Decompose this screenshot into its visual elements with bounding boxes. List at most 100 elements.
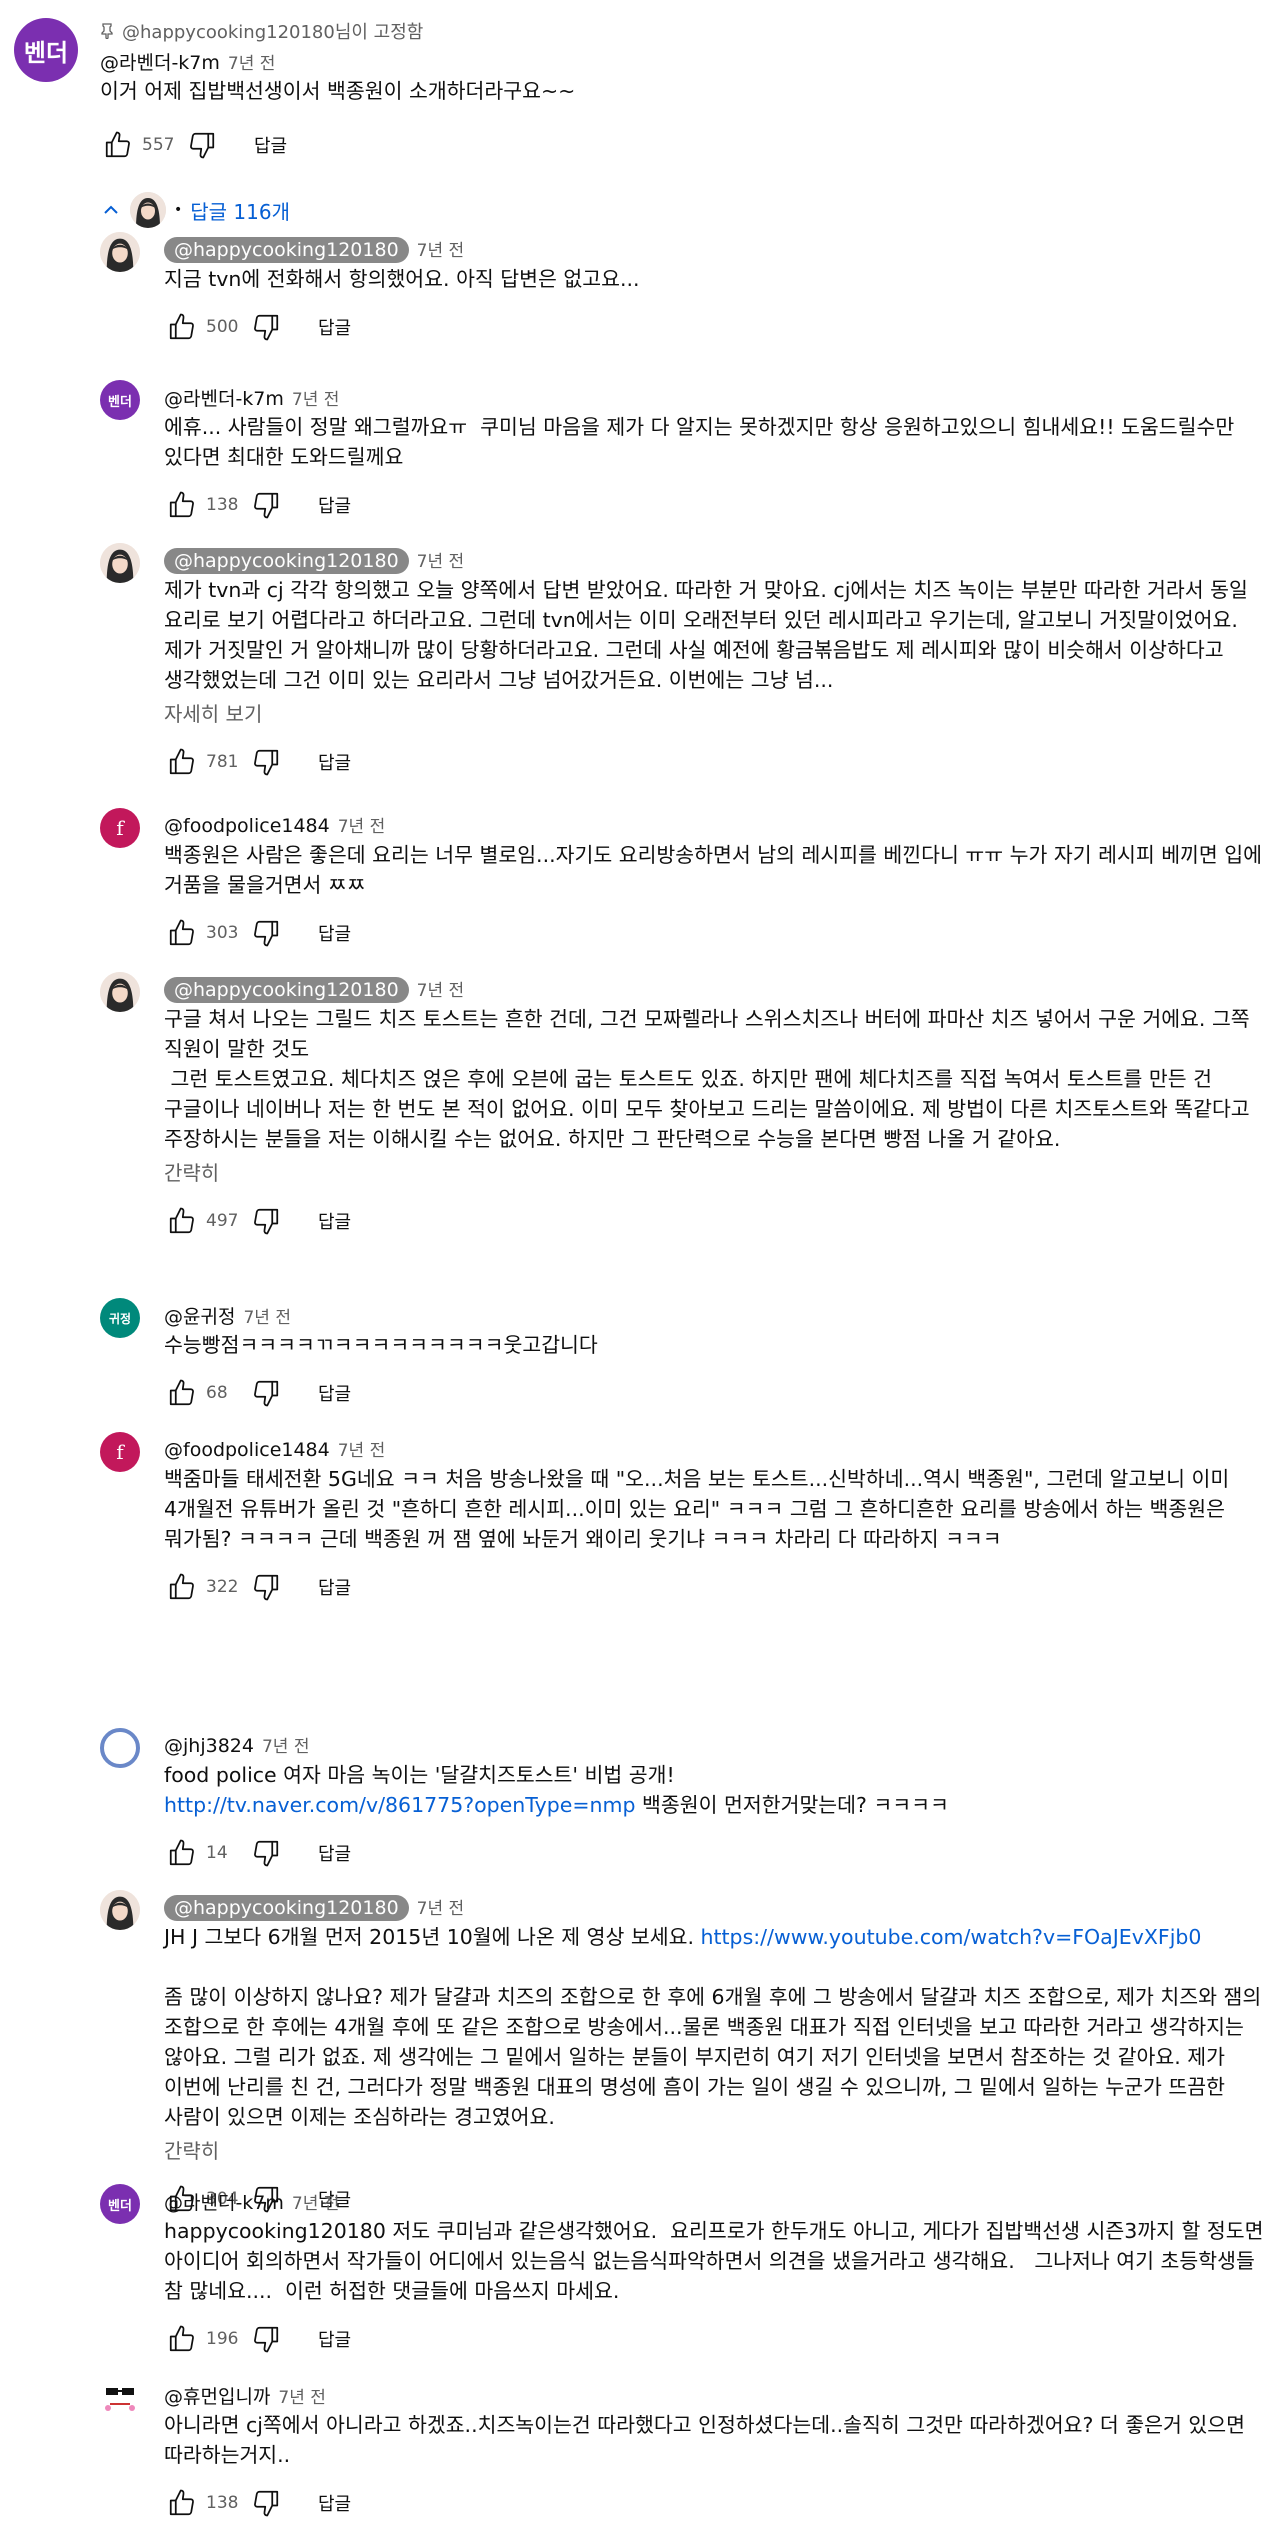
reply-button[interactable]: 답글	[318, 1380, 351, 1406]
like-button[interactable]	[164, 487, 200, 523]
author-name[interactable]: @휴먼입니까	[164, 2382, 270, 2409]
dislike-button[interactable]	[184, 127, 220, 163]
replies-toggle[interactable]: • 답글 116개	[100, 190, 290, 230]
timestamp[interactable]: 7년 전	[278, 2383, 326, 2408]
thumbs-down-icon	[254, 1380, 279, 1407]
dislike-button[interactable]	[248, 1375, 284, 1411]
dislike-button[interactable]	[248, 1569, 284, 1605]
author-name[interactable]: @foodpolice1484	[164, 1439, 330, 1461]
like-button[interactable]	[164, 1375, 200, 1411]
pinned-label: @happycooking120180님이 고정함	[100, 18, 1280, 44]
like-button[interactable]	[164, 2485, 200, 2521]
reply-button[interactable]: 답글	[318, 2326, 351, 2352]
timestamp[interactable]: 7년 전	[417, 976, 465, 1001]
thumbs-up-icon	[169, 1573, 194, 1600]
dislike-button[interactable]	[248, 2321, 284, 2357]
reply-button[interactable]: 답글	[318, 492, 351, 518]
thumbs-down-icon	[254, 2490, 279, 2517]
creator-badge[interactable]: @happycooking120180	[164, 1895, 409, 1921]
timestamp[interactable]: 7년 전	[228, 49, 276, 74]
creator-avatar[interactable]	[100, 232, 140, 272]
dislike-button[interactable]	[248, 744, 284, 780]
dislike-button[interactable]	[248, 1203, 284, 1239]
timestamp[interactable]: 7년 전	[292, 2189, 340, 2214]
avatar[interactable]	[100, 2378, 140, 2418]
like-count: 138	[206, 2493, 239, 2513]
author-name[interactable]: @jhj3824	[164, 1735, 254, 1757]
creator-avatar[interactable]	[100, 543, 140, 583]
reply-button[interactable]: 답글	[318, 314, 351, 340]
creator-avatar[interactable]	[100, 1890, 140, 1930]
reply-button[interactable]: 답글	[318, 1574, 351, 1600]
like-button[interactable]	[164, 744, 200, 780]
creator-avatar[interactable]	[100, 972, 140, 1012]
like-button[interactable]	[164, 1569, 200, 1605]
comment-text: 제가 tvn과 cj 각각 항의했고 오늘 양쪽에서 답변 받았어요. 따라한 …	[164, 578, 1255, 692]
avatar[interactable]: f	[100, 1432, 140, 1472]
comment-header: @foodpolice1484 7년 전	[164, 1432, 1264, 1464]
dislike-button[interactable]	[248, 487, 284, 523]
thumbs-up-icon	[169, 313, 194, 340]
timestamp[interactable]: 7년 전	[243, 1303, 291, 1328]
read-more-toggle[interactable]: 간략히	[164, 2136, 1264, 2166]
comment-text: 백줌마들 태세전환 5G네요 ㅋㅋ 처음 방송나왔을 때 "오...처음 보는 …	[164, 1467, 1236, 1551]
like-count: 196	[206, 2329, 239, 2349]
reply-button[interactable]: 답글	[318, 749, 351, 775]
timestamp[interactable]: 7년 전	[338, 1436, 386, 1461]
avatar[interactable]	[100, 1728, 140, 1768]
timestamp[interactable]: 7년 전	[417, 1894, 465, 1919]
reply-content: @라벤더-k7m 7년 전 happycooking120180 저도 쿠미님과…	[164, 2184, 1264, 2362]
comment-header: @foodpolice1484 7년 전	[164, 808, 1264, 840]
thumbs-up-icon	[169, 2489, 194, 2516]
thumbs-up-icon	[169, 491, 194, 518]
thumbs-up-icon	[105, 131, 130, 158]
timestamp[interactable]: 7년 전	[417, 547, 465, 572]
reply-content: @happycooking120180 7년 전 JH J 그보다 6개월 먼저…	[164, 1890, 1264, 2222]
comment-text: 에휴... 사람들이 정말 왜그럴까요ㅠ 쿠미님 마음을 제가 다 알지는 못하…	[164, 415, 1241, 469]
avatar[interactable]: 귀정	[100, 1298, 140, 1338]
read-more-toggle[interactable]: 간략히	[164, 1158, 1264, 1188]
reply-content: @happycooking120180 7년 전 제가 tvn과 cj 각각 항…	[164, 543, 1264, 785]
author-name[interactable]: @foodpolice1484	[164, 815, 330, 837]
dislike-button[interactable]	[248, 309, 284, 345]
author-name[interactable]: @라벤더-k7m	[164, 384, 284, 411]
like-button[interactable]	[164, 915, 200, 951]
avatar[interactable]: f	[100, 808, 140, 848]
author-name[interactable]: @라벤더-k7m	[164, 2188, 284, 2215]
comment-link[interactable]: https://www.youtube.com/watch?v=FOaJEvXF…	[700, 1925, 1201, 1949]
reply-button[interactable]: 답글	[318, 1208, 351, 1234]
author-name[interactable]: @윤귀정	[164, 1302, 235, 1329]
comment-text: food police 여자 마음 녹이는 '달걀치즈토스트' 비법 공개! h…	[164, 1760, 1264, 1820]
reply-button[interactable]: 답글	[318, 1840, 351, 1866]
like-button[interactable]	[164, 309, 200, 345]
comment-actions: 138 답글	[164, 482, 1264, 528]
reply-button[interactable]: 답글	[318, 2490, 351, 2516]
timestamp[interactable]: 7년 전	[262, 1732, 310, 1757]
comment-link[interactable]: http://tv.naver.com/v/861775?openType=nm…	[164, 1793, 636, 1817]
like-button[interactable]	[164, 2321, 200, 2357]
avatar[interactable]: 벤더	[100, 380, 140, 420]
timestamp[interactable]: 7년 전	[417, 236, 465, 261]
dislike-button[interactable]	[248, 915, 284, 951]
dislike-button[interactable]	[248, 2485, 284, 2521]
comment-actions: 68 답글	[164, 1370, 1264, 1416]
like-button[interactable]	[100, 127, 136, 163]
reply-content: @jhj3824 7년 전 food police 여자 마음 녹이는 '달걀치…	[164, 1728, 1264, 1876]
author-name[interactable]: @라벤더-k7m	[100, 48, 220, 75]
comment-text: 구글 쳐서 나오는 그릴드 치즈 토스트는 흔한 건데, 그건 모짜렐라나 스위…	[164, 1007, 1250, 1151]
like-button[interactable]	[164, 1203, 200, 1239]
read-more-toggle[interactable]: 자세히 보기	[164, 699, 1264, 729]
avatar[interactable]: 벤더	[14, 18, 78, 82]
thumbs-up-icon	[169, 2325, 194, 2352]
avatar[interactable]: 벤더	[100, 2184, 140, 2224]
creator-badge[interactable]: @happycooking120180	[164, 548, 409, 574]
like-button[interactable]	[164, 1835, 200, 1871]
creator-badge[interactable]: @happycooking120180	[164, 977, 409, 1003]
dislike-button[interactable]	[248, 1835, 284, 1871]
reply-button[interactable]: 답글	[254, 132, 287, 158]
timestamp[interactable]: 7년 전	[338, 812, 386, 837]
reply-button[interactable]: 답글	[318, 920, 351, 946]
creator-badge[interactable]: @happycooking120180	[164, 237, 409, 263]
timestamp[interactable]: 7년 전	[292, 385, 340, 410]
thumbs-up-icon	[169, 1839, 194, 1866]
